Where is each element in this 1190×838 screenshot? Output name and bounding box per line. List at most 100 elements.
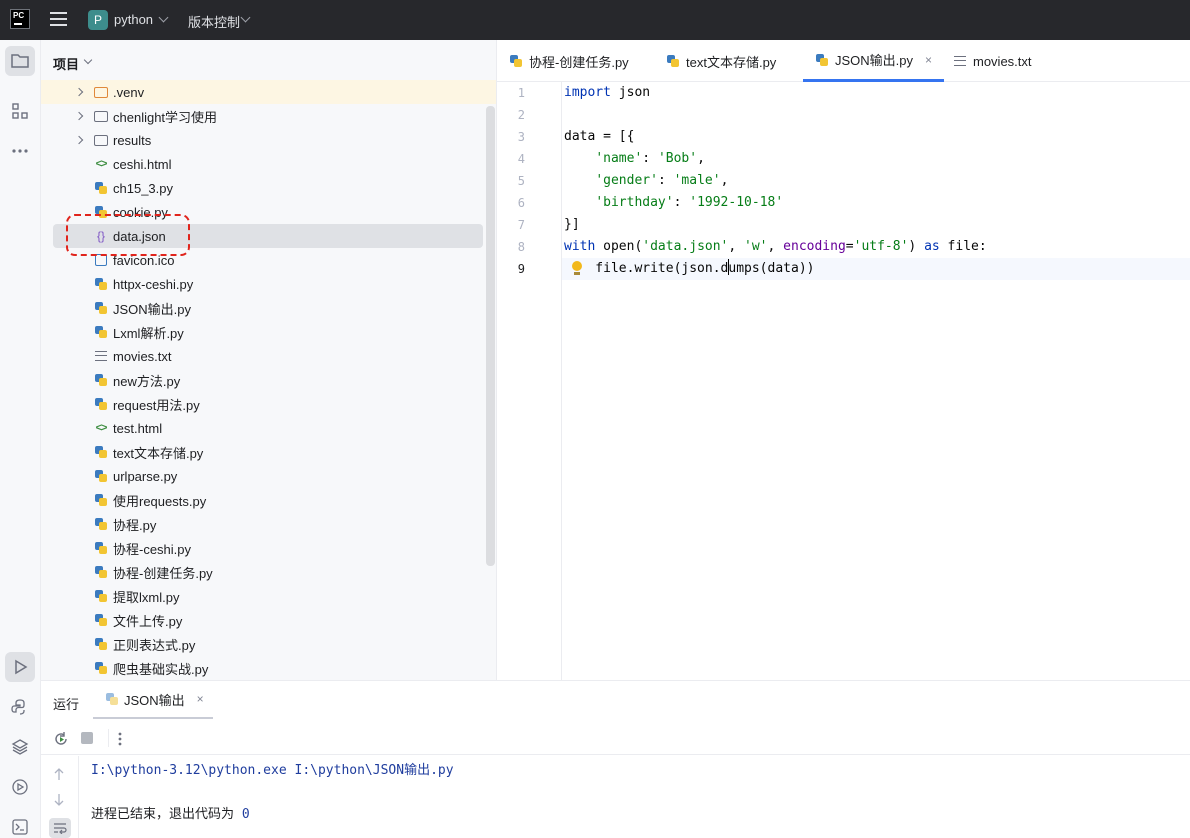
tree-file[interactable]: cookie.py xyxy=(41,200,481,224)
tree-file[interactable]: movies.txt xyxy=(41,344,481,368)
code-line-9: file.write(json.dumps(data)) xyxy=(564,259,815,276)
chevron-right-icon[interactable] xyxy=(74,87,84,97)
tree-folder[interactable]: .venv xyxy=(41,80,496,104)
tree-file[interactable]: ch15_3.py xyxy=(41,176,481,200)
folder-icon xyxy=(11,54,29,68)
stop-icon[interactable] xyxy=(81,732,93,744)
tree-item-label: 协程.py xyxy=(113,517,157,533)
code-editor[interactable]: import json data = [{ 'name': 'Bob', 'ge… xyxy=(562,82,1190,680)
folder-orange-icon xyxy=(94,85,108,99)
run-toolbar xyxy=(41,721,1190,755)
tree-file[interactable]: 协程-ceshi.py xyxy=(41,536,481,560)
chevron-down-icon[interactable] xyxy=(83,55,93,65)
run-panel: 运行 JSON输出 × I:\python-3.12\python.exe I:… xyxy=(41,680,1190,838)
tree-item-label: ch15_3.py xyxy=(113,180,173,196)
tree-file[interactable]: httpx-ceshi.py xyxy=(41,272,481,296)
tree-folder[interactable]: chenlight学习使用 xyxy=(41,104,481,128)
lightbulb-icon[interactable] xyxy=(572,261,582,276)
tree-file[interactable]: favicon.ico xyxy=(41,248,481,272)
line-number: 9 xyxy=(517,262,525,276)
tree-file[interactable]: <> test.html xyxy=(41,416,481,440)
project-panel-title[interactable]: 项目 xyxy=(53,54,79,73)
tree-folder[interactable]: results xyxy=(41,128,481,152)
tree-file[interactable]: 协程.py xyxy=(41,512,481,536)
more-vertical-icon[interactable] xyxy=(117,731,123,747)
tree-item-label: text文本存储.py xyxy=(113,445,204,461)
structure-tool-button[interactable] xyxy=(5,96,35,126)
tree-file[interactable]: {} data.json xyxy=(53,224,483,248)
tab-coroutine-create-task[interactable]: 协程-创建任务.py xyxy=(509,40,629,82)
tree-file[interactable]: 协程-创建任务.py xyxy=(41,560,481,584)
tree-item-label: 协程-ceshi.py xyxy=(113,541,192,557)
tree-item-label: JSON输出.py xyxy=(113,301,192,317)
terminal-button[interactable] xyxy=(5,812,35,838)
soft-wrap-button[interactable] xyxy=(49,818,71,838)
run-side-toolbar xyxy=(41,756,79,838)
tree-item-label: 正则表达式.py xyxy=(113,637,196,653)
tree-item-label: ceshi.html xyxy=(113,156,172,172)
tree-file[interactable]: <> ceshi.html xyxy=(41,152,481,176)
services-button[interactable] xyxy=(5,772,35,802)
python-packages-button[interactable] xyxy=(5,732,35,762)
python-console-button[interactable] xyxy=(5,692,35,722)
tree-file[interactable]: text文本存储.py xyxy=(41,440,481,464)
close-tab-icon[interactable]: × xyxy=(197,692,204,706)
tree-file[interactable]: 使用requests.py xyxy=(41,488,481,512)
tree-file[interactable]: 文件上传.py xyxy=(41,608,481,632)
line-number: 7 xyxy=(517,218,525,232)
python-icon xyxy=(94,325,108,339)
python-icon xyxy=(94,517,108,531)
tree-item-label: httpx-ceshi.py xyxy=(113,276,194,292)
python-icon xyxy=(94,301,108,315)
services-icon xyxy=(12,779,28,795)
tab-json-output[interactable]: JSON输出.py × xyxy=(803,40,945,82)
pycharm-logo-icon[interactable]: PC xyxy=(10,9,30,29)
soft-wrap-icon xyxy=(54,823,67,834)
line-number: 6 xyxy=(517,196,525,210)
more-tools-button[interactable] xyxy=(5,136,35,166)
python-icon xyxy=(94,469,108,483)
tree-file[interactable]: 提取lxml.py xyxy=(41,584,481,608)
tree-file[interactable]: 爬虫基础实战.py xyxy=(41,656,481,680)
tab-text-storage[interactable]: text文本存储.py xyxy=(666,40,776,82)
project-tree-scrollbar[interactable] xyxy=(486,106,495,566)
arrow-down-icon[interactable] xyxy=(53,793,65,807)
project-name[interactable]: python xyxy=(114,12,153,27)
code-line-5: 'gender': 'male', xyxy=(595,173,729,188)
python-icon xyxy=(666,54,680,68)
chevron-right-icon[interactable] xyxy=(74,111,84,121)
project-badge[interactable]: P xyxy=(88,10,108,30)
structure-icon xyxy=(12,103,28,119)
tree-file[interactable]: 正则表达式.py xyxy=(41,632,481,656)
image-icon xyxy=(94,253,108,267)
tree-item-label: movies.txt xyxy=(113,348,172,364)
close-tab-icon[interactable]: × xyxy=(925,53,932,67)
arrow-up-icon[interactable] xyxy=(53,767,65,781)
run-tab-json-output[interactable]: JSON输出 × xyxy=(93,681,213,719)
main-menu-icon[interactable] xyxy=(50,12,67,26)
rerun-icon[interactable] xyxy=(53,731,69,747)
code-line-1: import json xyxy=(564,85,651,100)
tree-file[interactable]: new方法.py xyxy=(41,368,481,392)
tree-file[interactable]: urlparse.py xyxy=(41,464,481,488)
title-bar: PC P python 版本控制 xyxy=(0,0,1190,40)
chevron-right-icon[interactable] xyxy=(74,135,84,145)
editor-tabs: 协程-创建任务.py text文本存储.py JSON输出.py × movie… xyxy=(497,40,1190,82)
tree-file[interactable]: JSON输出.py xyxy=(41,296,481,320)
chevron-down-icon[interactable] xyxy=(158,12,169,23)
python-icon xyxy=(94,205,108,219)
tree-item-label: new方法.py xyxy=(113,373,181,389)
tab-movies-txt[interactable]: movies.txt xyxy=(953,40,1032,82)
chevron-down-icon[interactable] xyxy=(240,12,251,23)
tree-file[interactable]: request用法.py xyxy=(41,392,481,416)
run-tool-button[interactable] xyxy=(5,652,35,682)
run-panel-title: 运行 xyxy=(53,697,80,712)
vcs-menu[interactable]: 版本控制 xyxy=(188,12,240,31)
line-number: 4 xyxy=(517,152,525,166)
toolbar-divider xyxy=(108,729,109,747)
project-tool-button[interactable] xyxy=(5,46,35,76)
python-icon xyxy=(94,493,108,507)
python-icon xyxy=(105,692,119,706)
tree-file[interactable]: Lxml解析.py xyxy=(41,320,481,344)
tree-item-label: Lxml解析.py xyxy=(113,325,184,341)
